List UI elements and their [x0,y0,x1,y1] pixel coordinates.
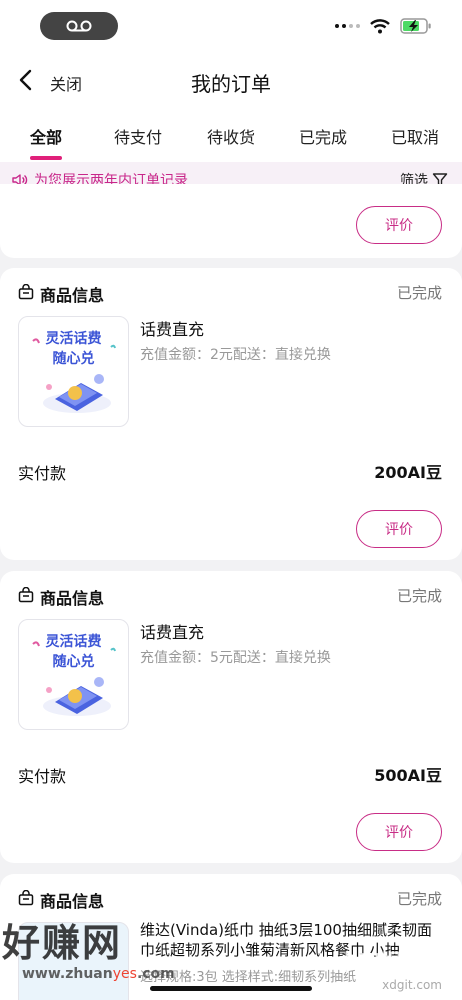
order-tabs: 全部 待支付 待收货 已完成 已取消 [0,110,462,162]
section-label: 商品信息 [40,892,105,911]
product-spec: 充值金额：5元配送：直接兑换 [140,650,331,666]
page-title: 我的订单 [191,72,271,96]
navigation-header: 关闭 我的订单 [0,52,462,110]
tab-all[interactable]: 全部 [30,124,62,148]
paid-amount-value: 200AI豆 [374,463,442,482]
product-thumbnail[interactable]: 灵活话费 随心兑 [18,619,129,730]
order-status: 已完成 [396,587,442,605]
paid-amount-label: 实付款 [18,464,67,483]
wifi-icon [370,18,390,33]
paid-amount-value: 500AI豆 [374,766,442,785]
product-name[interactable]: 话费直充 [140,316,204,340]
rate-button[interactable]: 评价 [356,510,442,548]
order-card-partial: 评价 [0,184,462,258]
order-card: 商品信息 已完成 灵活话费 随心兑 话费直充 充值金额：5元配送：直接兑换 实付… [0,571,462,863]
tab-pending-payment[interactable]: 待支付 [114,124,162,148]
product-spec: 充值金额：2元配送：直接兑换 [140,347,331,363]
section-label: 商品信息 [40,286,105,305]
status-bar [0,0,462,52]
battery-charging-icon [400,18,431,34]
watermark-right-text: 小刀娱乐网 [335,951,446,976]
rate-button[interactable]: 评价 [356,813,442,851]
watermark-right-url: xdgit.com [382,978,442,992]
store-bag-icon [18,284,34,300]
active-tab-indicator [30,156,62,160]
voicemail-icon [66,20,92,32]
phone-recharge-illustration-icon [32,641,116,716]
tab-pending-receipt[interactable]: 待收货 [207,124,255,148]
paid-amount-label: 实付款 [18,767,67,786]
home-indicator[interactable] [150,986,312,991]
product-thumbnail[interactable]: 灵活话费 随心兑 [18,316,129,427]
watermark-site-url: www.zhuanyes.com [22,966,175,982]
watermark-site-name: 好赚网 [2,921,123,965]
section-label: 商品信息 [40,589,105,608]
voicemail-pill [40,12,118,40]
cellular-signal-icon [335,24,360,28]
store-bag-icon [18,587,34,603]
phone-recharge-illustration-icon [32,338,116,413]
order-card: 商品信息 已完成 灵活话费 随心兑 话费直充 充值金额：2元配送：直接兑换 实付… [0,268,462,560]
rate-button[interactable]: 评价 [356,206,442,244]
status-icons [335,18,432,34]
order-status: 已完成 [396,284,442,302]
product-name[interactable]: 话费直充 [140,619,204,643]
tab-cancelled[interactable]: 已取消 [391,124,439,148]
tab-completed[interactable]: 已完成 [299,124,347,148]
store-bag-icon [18,890,34,906]
order-status: 已完成 [396,890,442,908]
